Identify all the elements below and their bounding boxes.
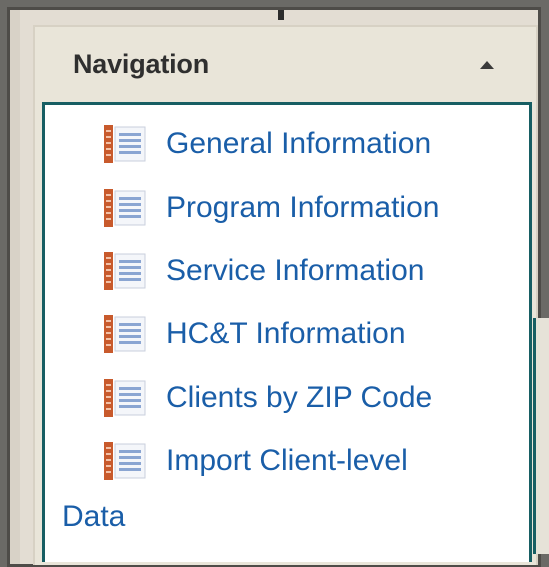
report-icon	[103, 251, 149, 291]
right-accent-border	[533, 318, 549, 554]
nav-item-label: HC&T Information	[166, 317, 406, 350]
left-edge-strip	[10, 10, 20, 564]
nav-list-box: General Information Program Information …	[42, 102, 532, 562]
nav-item-clients-by-zip-code[interactable]: Clients by ZIP Code	[103, 375, 432, 421]
nav-item-label: General Information	[166, 127, 432, 160]
nav-item-program-information[interactable]: Program Information	[103, 185, 439, 231]
report-icon	[103, 441, 149, 481]
chevron-up-icon[interactable]	[480, 61, 494, 69]
report-icon	[103, 378, 149, 418]
report-icon	[103, 188, 149, 228]
nav-item-label: Import Client-level	[166, 444, 408, 477]
nav-item-label: Clients by ZIP Code	[166, 381, 433, 414]
nav-item-general-information[interactable]: General Information	[103, 121, 431, 167]
nav-item-hct-information[interactable]: HC&T Information	[103, 311, 406, 357]
report-icon	[103, 314, 149, 354]
nav-item-import-client-level-data[interactable]: Import Client-level	[103, 438, 408, 484]
report-icon	[103, 124, 149, 164]
nav-item-label: Service Information	[166, 254, 425, 287]
top-divider-mark	[278, 10, 284, 20]
nav-item-label-continuation[interactable]: Data	[62, 500, 125, 534]
panel-header[interactable]: Navigation	[35, 27, 536, 97]
panel-title: Navigation	[73, 49, 210, 79]
nav-item-label: Program Information	[166, 191, 440, 224]
nav-item-service-information[interactable]: Service Information	[103, 248, 424, 294]
